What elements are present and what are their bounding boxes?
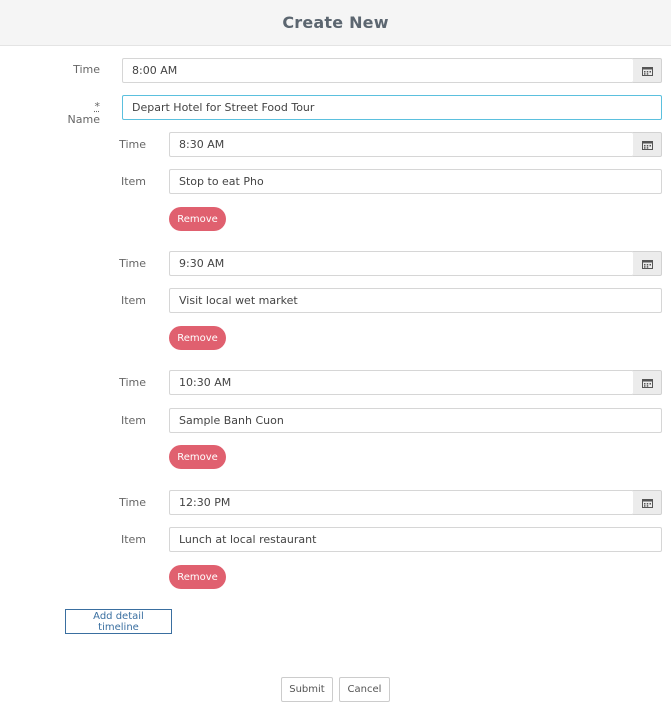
detail-time-calendar-button[interactable] xyxy=(633,132,662,157)
detail-time-input[interactable]: 10:30 AM xyxy=(169,370,634,395)
name-label: * Name xyxy=(60,100,100,126)
calendar-icon xyxy=(641,66,653,76)
detail-time-label: Time xyxy=(119,257,146,270)
page-header: Create New xyxy=(0,0,671,46)
calendar-icon xyxy=(641,378,653,388)
detail-time-label: Time xyxy=(119,138,146,151)
required-mark: * xyxy=(94,100,101,113)
remove-button[interactable]: Remove xyxy=(169,445,226,469)
detail-item-label: Item xyxy=(120,414,146,427)
name-label-text: Name xyxy=(67,113,100,126)
detail-time-calendar-button[interactable] xyxy=(633,251,662,276)
detail-item-label: Item xyxy=(120,533,146,546)
detail-item-input[interactable]: Lunch at local restaurant xyxy=(169,527,662,552)
detail-time-input[interactable]: 9:30 AM xyxy=(169,251,634,276)
calendar-icon xyxy=(641,498,653,508)
detail-time-calendar-button[interactable] xyxy=(633,370,662,395)
detail-item-input[interactable]: Stop to eat Pho xyxy=(169,169,662,194)
detail-item-label: Item xyxy=(120,175,146,188)
detail-time-input[interactable]: 12:30 PM xyxy=(169,490,634,515)
time-input[interactable]: 8:00 AM xyxy=(122,58,634,83)
page-title: Create New xyxy=(282,13,389,32)
cancel-button[interactable]: Cancel xyxy=(339,677,390,702)
detail-time-label: Time xyxy=(119,496,146,509)
detail-item-input[interactable]: Sample Banh Cuon xyxy=(169,408,662,433)
add-detail-timeline-button[interactable]: Add detail timeline xyxy=(65,609,172,634)
remove-button[interactable]: Remove xyxy=(169,207,226,231)
calendar-icon xyxy=(641,140,653,150)
submit-button[interactable]: Submit xyxy=(281,677,333,702)
detail-time-label: Time xyxy=(119,376,146,389)
detail-time-calendar-button[interactable] xyxy=(633,490,662,515)
detail-time-input[interactable]: 8:30 AM xyxy=(169,132,634,157)
remove-button[interactable]: Remove xyxy=(169,565,226,589)
name-input[interactable]: Depart Hotel for Street Food Tour xyxy=(122,95,662,120)
detail-item-label: Item xyxy=(120,294,146,307)
detail-item-input[interactable]: Visit local wet market xyxy=(169,288,662,313)
calendar-icon xyxy=(641,259,653,269)
time-calendar-button[interactable] xyxy=(633,58,662,83)
remove-button[interactable]: Remove xyxy=(169,326,226,350)
time-label: Time xyxy=(73,63,100,76)
